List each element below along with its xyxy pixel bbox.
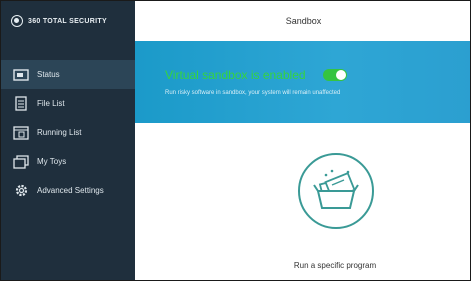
brand-logo-icon <box>11 15 23 27</box>
gear-icon <box>13 183 29 199</box>
sidebar-item-status[interactable]: Status <box>1 60 135 89</box>
brand-name: 360 TOTAL SECURITY <box>28 17 107 25</box>
sidebar-item-label: Advanced Settings <box>37 186 104 195</box>
sandbox-description: Run risky software in sandbox, your syst… <box>165 90 341 96</box>
sidebar-item-label: Status <box>37 70 60 79</box>
file-list-icon <box>13 96 29 112</box>
sandbox-toggle[interactable] <box>323 69 347 81</box>
open-box-icon <box>312 167 360 216</box>
sidebar-nav: Status File List Running List My Toys Ad… <box>1 60 135 205</box>
content-area: Run a specific program <box>135 123 470 280</box>
sidebar: 360 TOTAL SECURITY Status File List Runn… <box>1 1 135 280</box>
brand: 360 TOTAL SECURITY <box>1 1 135 41</box>
running-list-icon <box>13 125 29 141</box>
sidebar-item-label: Running List <box>37 128 82 137</box>
sidebar-item-running-list[interactable]: Running List <box>1 118 135 147</box>
run-program-button[interactable] <box>298 153 374 229</box>
my-toys-icon <box>13 154 29 170</box>
sidebar-item-label: My Toys <box>37 157 67 166</box>
run-program-label[interactable]: Run a specific program <box>255 261 415 270</box>
app-window: 360 TOTAL SECURITY Status File List Runn… <box>0 0 471 281</box>
sandbox-status-text: Virtual sandbox is enabled <box>165 68 306 82</box>
sidebar-item-label: File List <box>37 99 65 108</box>
status-icon <box>13 67 29 83</box>
sidebar-item-my-toys[interactable]: My Toys <box>1 147 135 176</box>
sidebar-item-file-list[interactable]: File List <box>1 89 135 118</box>
window-title: Sandbox <box>285 16 322 26</box>
status-banner: Virtual sandbox is enabled Run risky sof… <box>135 41 470 123</box>
window-titlebar: Sandbox <box>135 1 470 41</box>
sidebar-item-advanced-settings[interactable]: Advanced Settings <box>1 176 135 205</box>
main-panel: Sandbox Virtual sandbox is enabled Run r… <box>135 1 470 280</box>
